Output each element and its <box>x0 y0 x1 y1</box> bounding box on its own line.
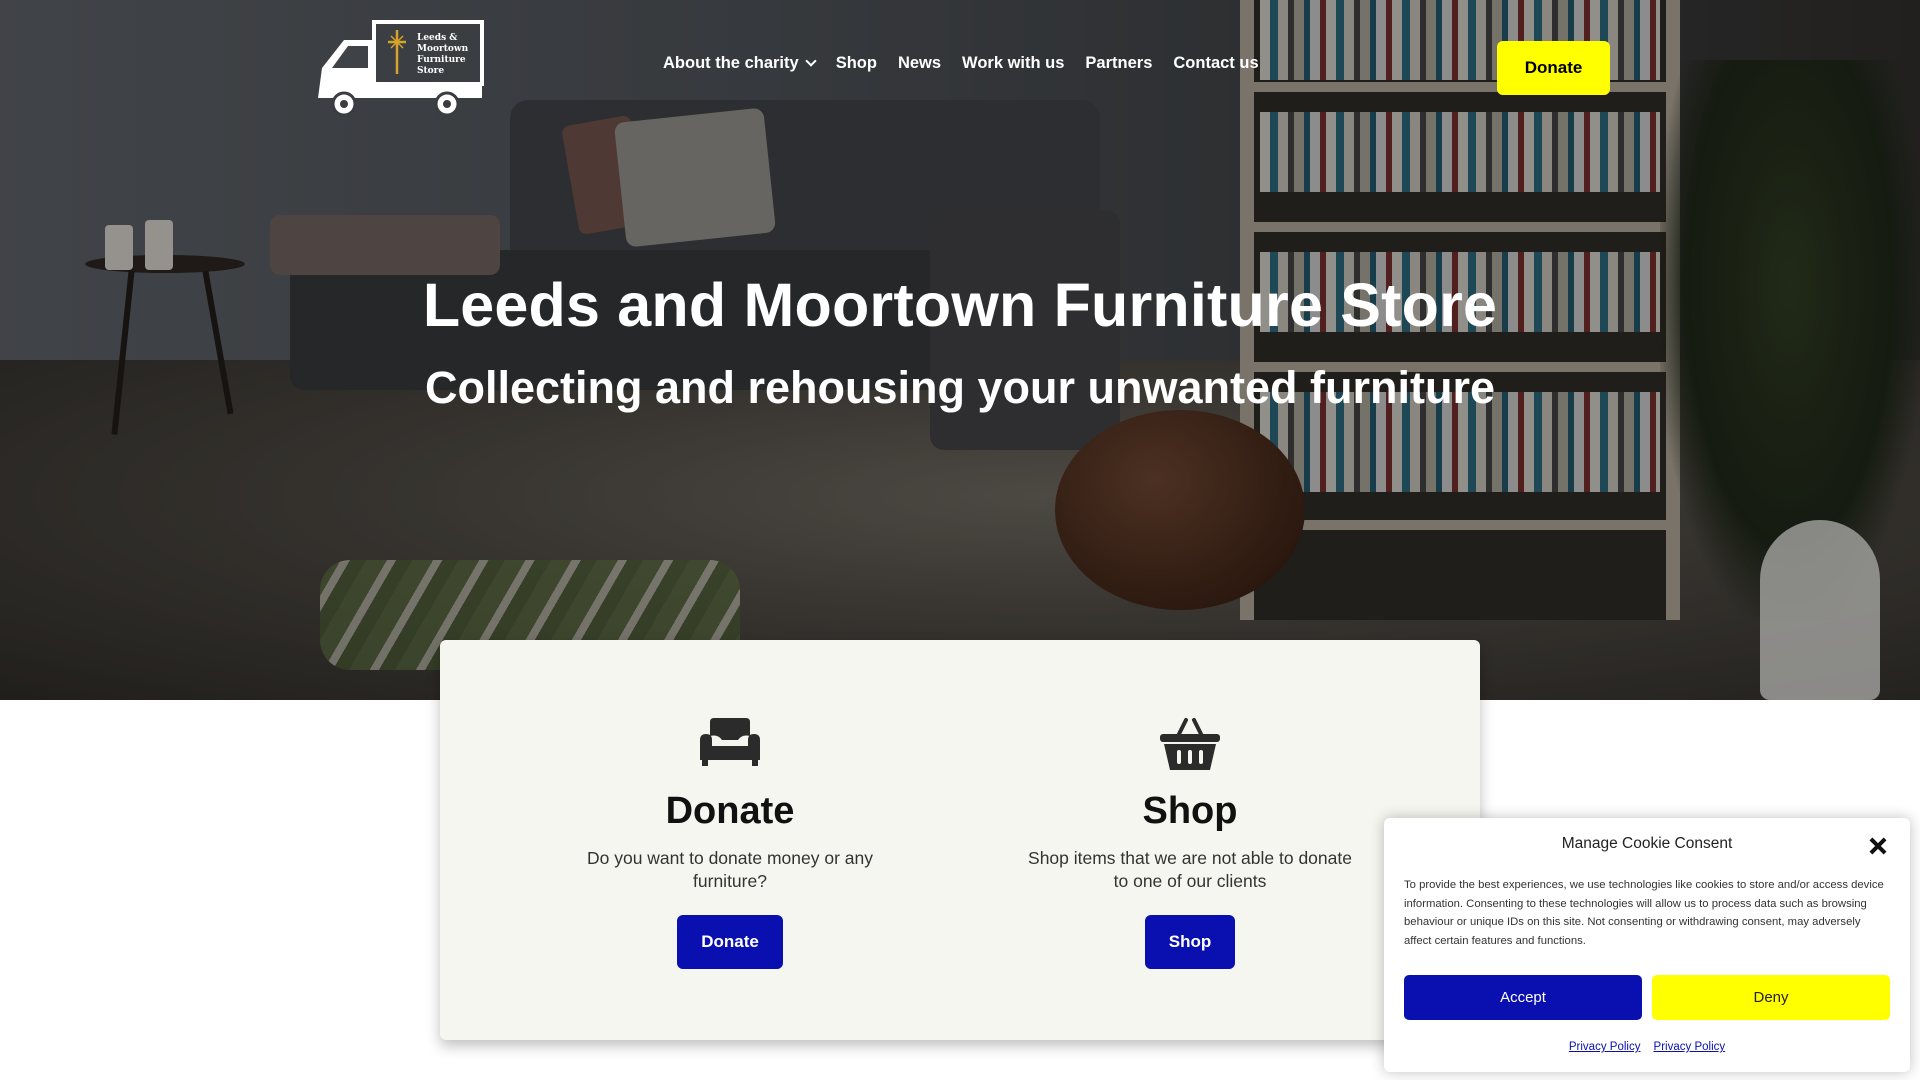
chevron-down-icon <box>805 55 817 67</box>
privacy-policy-link[interactable]: Privacy Policy <box>1654 1041 1726 1053</box>
action-card: Donate Do you want to donate money or an… <box>440 640 1480 1040</box>
donate-description: Do you want to donate money or any furni… <box>586 848 873 891</box>
cookie-consent-dialog: Manage Cookie Consent To provide the bes… <box>1384 818 1910 1072</box>
site-logo[interactable]: Leeds & Moortown Furniture Store <box>312 18 487 118</box>
shop-description: Shop items that we are not able to donat… <box>1028 848 1352 891</box>
nav-item-label: Partners <box>1085 54 1153 72</box>
nav-item-label: News <box>897 54 942 72</box>
nav-item-label: Contact us <box>1173 54 1259 72</box>
donate-button[interactable]: Donate <box>677 915 783 969</box>
nav-item-about[interactable]: About the charity <box>663 54 817 73</box>
basket-icon <box>1160 718 1220 770</box>
nav-item-partners[interactable]: Partners <box>1085 54 1152 73</box>
nav-item-label: About the charity <box>663 54 799 72</box>
cookie-deny-button[interactable]: Deny <box>1652 975 1890 1020</box>
logo-line: Leeds & <box>417 33 457 43</box>
header-donate-button[interactable]: Donate <box>1497 41 1610 95</box>
cookie-accept-button[interactable]: Accept <box>1404 975 1642 1020</box>
main-nav: About the charity Shop News Work with us… <box>663 54 1259 73</box>
nav-item-work-with-us[interactable]: Work with us <box>962 54 1064 73</box>
close-icon[interactable] <box>1866 834 1890 858</box>
hero-subtitle: Collecting and rehousing your unwanted f… <box>424 362 1496 413</box>
cookie-links: Privacy Policy Privacy Policy <box>1384 1035 1910 1054</box>
donate-column: Donate Do you want to donate money or an… <box>530 640 930 969</box>
hero-title: Leeds and Moortown Furniture Store <box>422 271 1498 339</box>
van-logo-icon: Leeds & Moortown Furniture Store <box>318 20 484 117</box>
cookie-title: Manage Cookie Consent <box>1561 835 1733 852</box>
nav-item-label: Shop <box>835 54 877 72</box>
logo-line: Furniture <box>417 55 466 65</box>
nav-item-contact[interactable]: Contact us <box>1173 54 1258 73</box>
hero-overlay <box>0 0 1920 700</box>
donate-heading: Donate <box>665 790 795 832</box>
logo-line: Moortown <box>417 44 469 54</box>
shop-column: Shop Shop items that we are not able to … <box>990 640 1390 969</box>
nav-item-shop[interactable]: Shop <box>836 54 877 73</box>
shop-heading: Shop <box>1142 790 1238 832</box>
shop-button[interactable]: Shop <box>1144 915 1236 969</box>
logo-line: Store <box>417 66 444 76</box>
hero-section <box>0 0 1920 700</box>
privacy-policy-link[interactable]: Privacy Policy <box>1569 1041 1641 1053</box>
couch-icon <box>700 718 760 766</box>
nav-item-label: Work with us <box>962 54 1065 72</box>
nav-item-news[interactable]: News <box>898 54 941 73</box>
cookie-text: To provide the best experiences, we use … <box>1404 879 1884 947</box>
